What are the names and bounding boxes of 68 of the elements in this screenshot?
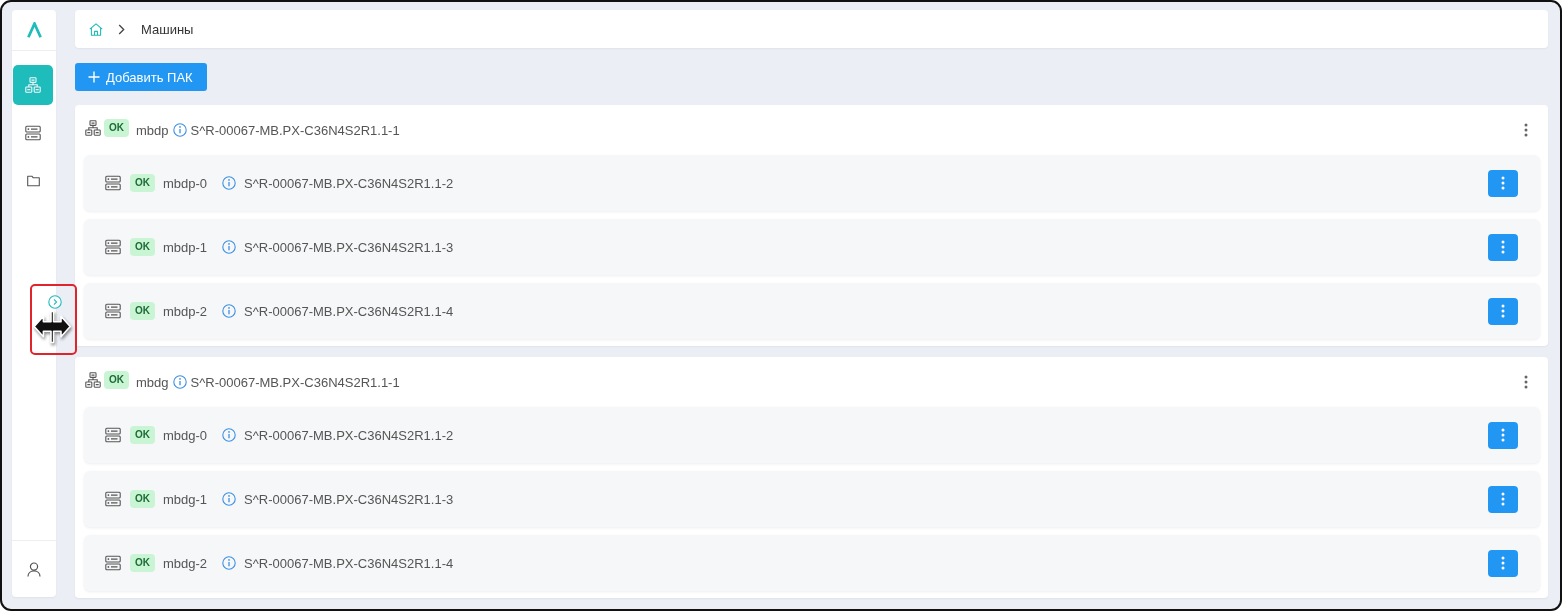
- more-icon: [1524, 123, 1528, 137]
- hierarchy-icon: [85, 120, 101, 136]
- expand-button[interactable]: [48, 295, 62, 309]
- user-button[interactable]: [27, 561, 41, 577]
- home-icon: [89, 22, 103, 36]
- breadcrumb-current: Машины: [141, 21, 194, 37]
- status-badge: OK: [130, 302, 155, 320]
- machine-name: mbdp-2: [163, 303, 208, 319]
- chevron-right-icon: [118, 23, 125, 35]
- more-button[interactable]: [1488, 297, 1518, 325]
- serial-number: S^R-00067-MB.PX-C36N4S2R1.1-1: [190, 374, 400, 390]
- info-icon: [222, 492, 237, 506]
- server-icon: [25, 125, 41, 141]
- nav-item[interactable]: [13, 65, 53, 105]
- more-icon: [1501, 556, 1505, 570]
- info-icon: [222, 304, 237, 318]
- info-icon: [222, 428, 237, 442]
- logo-icon: [26, 22, 42, 38]
- server-icon: [105, 175, 121, 191]
- more-icon: [1501, 304, 1505, 318]
- more-icon: [1524, 375, 1528, 389]
- serial-number: S^R-00067-MB.PX-C36N4S2R1.1-3: [244, 491, 454, 507]
- group-name: mbdp: [136, 122, 169, 138]
- plus-icon: [88, 71, 100, 83]
- info-icon: [172, 375, 187, 389]
- machine-name: mbdg-0: [163, 427, 208, 443]
- group-name: mbdg: [136, 374, 169, 390]
- more-button[interactable]: [1488, 485, 1518, 513]
- info-icon: [222, 176, 237, 190]
- status-badge: OK: [104, 370, 129, 389]
- info-icon: [222, 240, 237, 254]
- machine-name: mbdp-1: [163, 239, 208, 255]
- hierarchy-icon: [25, 77, 41, 93]
- serial-number: S^R-00067-MB.PX-C36N4S2R1.1-3: [244, 239, 454, 255]
- more-button[interactable]: [1488, 233, 1518, 261]
- server-icon: [105, 239, 121, 255]
- info-icon: [222, 556, 237, 570]
- server-icon: [105, 555, 121, 571]
- more-icon: [1501, 240, 1505, 254]
- more-button[interactable]: [1488, 169, 1518, 197]
- server-icon: [105, 303, 121, 319]
- status-badge: OK: [130, 554, 155, 572]
- more-button[interactable]: [1488, 549, 1518, 577]
- machine-name: mbdp-0: [163, 175, 208, 191]
- status-badge: OK: [104, 118, 129, 137]
- status-badge: OK: [130, 490, 155, 508]
- add-button[interactable]: Добавить ПАК: [75, 63, 207, 91]
- server-icon: [105, 427, 121, 443]
- more-icon: [1501, 492, 1505, 506]
- hierarchy-icon: [85, 372, 101, 388]
- status-badge: OK: [130, 174, 155, 192]
- server-icon: [105, 491, 121, 507]
- more-button[interactable]: [1488, 421, 1518, 449]
- status-badge: OK: [130, 426, 155, 444]
- serial-number: S^R-00067-MB.PX-C36N4S2R1.1-2: [244, 175, 454, 191]
- more-icon: [1501, 428, 1505, 442]
- serial-number: S^R-00067-MB.PX-C36N4S2R1.1-1: [190, 122, 400, 138]
- status-badge: OK: [130, 238, 155, 256]
- machine-name: mbdg-2: [163, 555, 208, 571]
- serial-number: S^R-00067-MB.PX-C36N4S2R1.1-2: [244, 427, 454, 443]
- folder-icon: [26, 175, 40, 187]
- more-icon: [1501, 176, 1505, 190]
- info-icon: [172, 123, 187, 137]
- serial-number: S^R-00067-MB.PX-C36N4S2R1.1-4: [244, 555, 454, 571]
- serial-number: S^R-00067-MB.PX-C36N4S2R1.1-4: [244, 303, 454, 319]
- home-link[interactable]: [89, 22, 103, 36]
- user-icon: [27, 561, 41, 577]
- machine-name: mbdg-1: [163, 491, 208, 507]
